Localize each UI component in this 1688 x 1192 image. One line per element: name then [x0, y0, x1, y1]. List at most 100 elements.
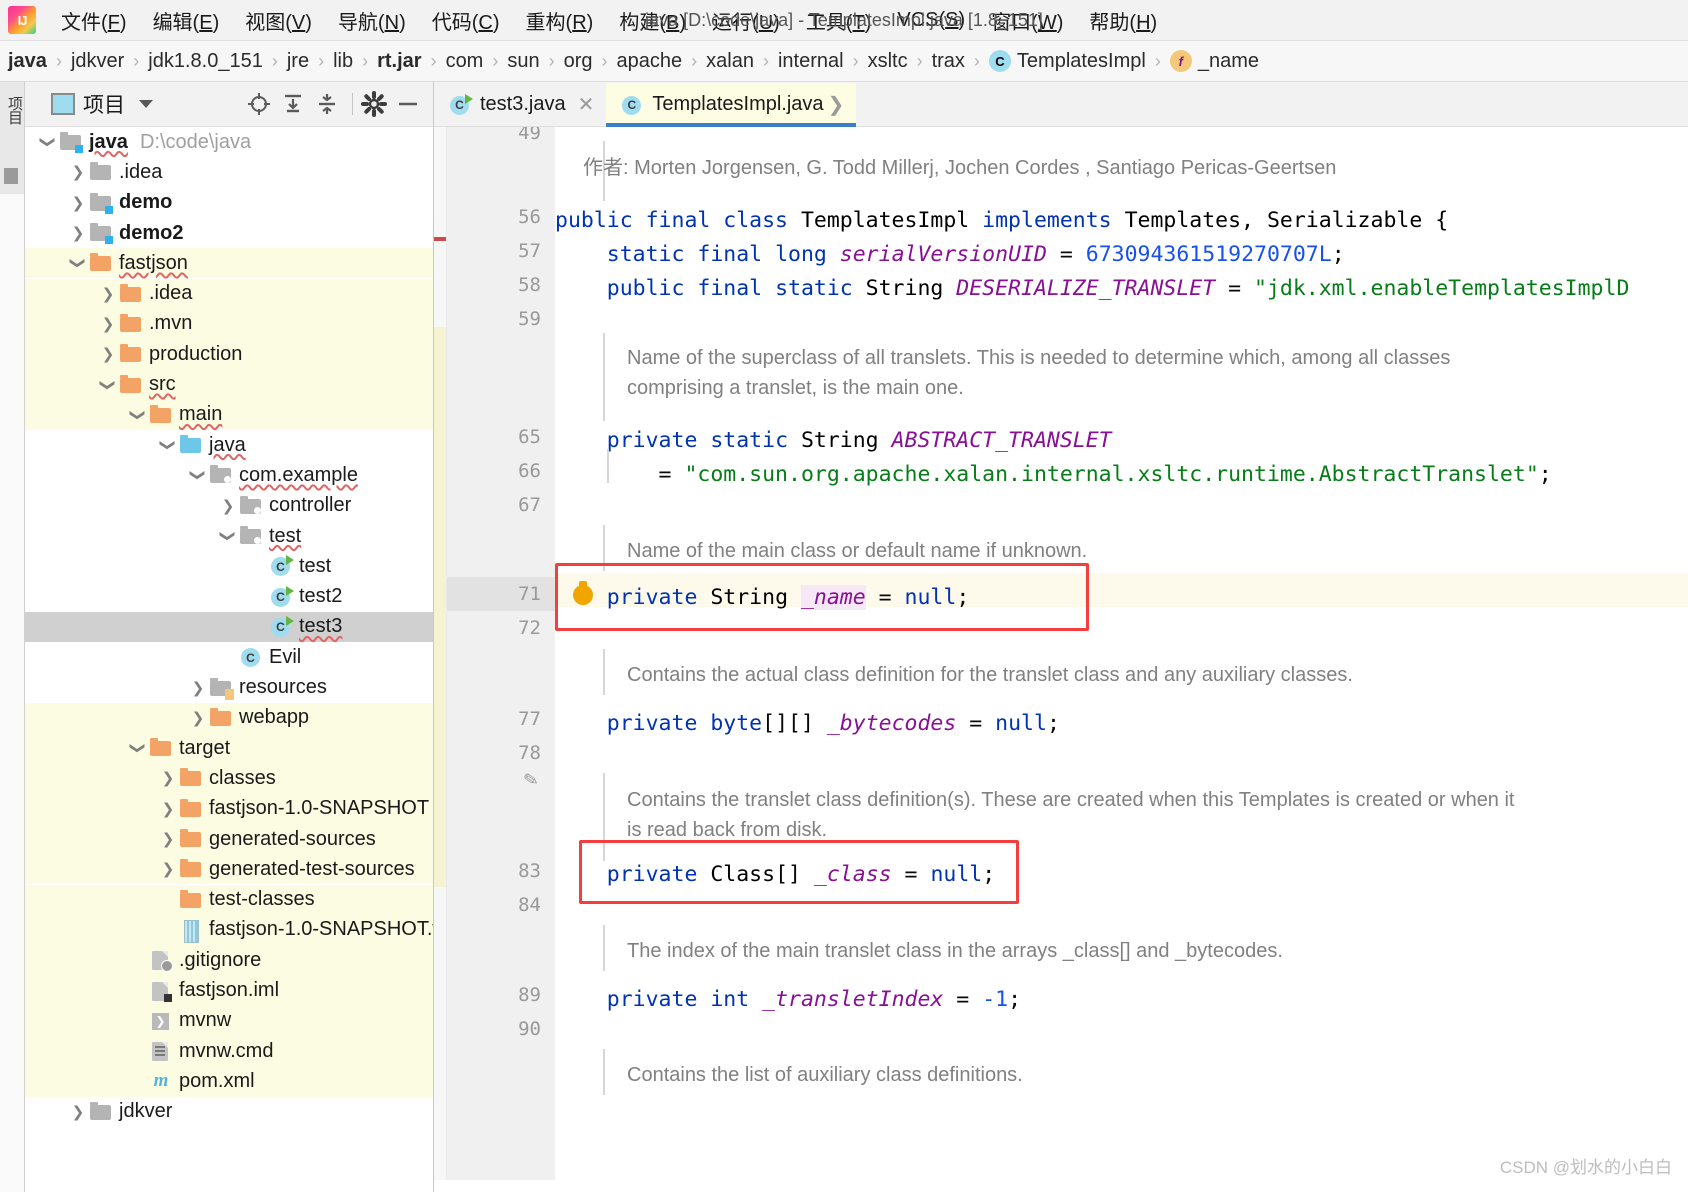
tool-window-button-project[interactable]: 项目: [2, 96, 23, 124]
breadcrumb-item-lib[interactable]: lib: [333, 50, 353, 73]
menu-item-4[interactable]: 代码(C): [419, 4, 513, 37]
breadcrumb-item-trax[interactable]: trax: [932, 50, 965, 73]
code-line[interactable]: = "com.sun.org.apache.xalan.internal.xsl…: [555, 458, 1552, 492]
breadcrumb-item-org[interactable]: org: [564, 50, 593, 73]
tree-node-com.example[interactable]: ❯ com.example: [25, 460, 433, 490]
tree-node-mvnw.cmd[interactable]: mvnw.cmd: [25, 1036, 433, 1067]
breadcrumb-item-xsltc[interactable]: xsltc: [868, 50, 908, 73]
menu-item-1[interactable]: 编辑(E): [140, 4, 233, 37]
tree-node-controller[interactable]: ❯ controller: [25, 491, 433, 521]
chevron-right-icon[interactable]: ❯: [97, 315, 119, 333]
tree-node-main[interactable]: ❯ main: [25, 399, 433, 430]
tree-node-fastjson[interactable]: ❯ fastjson: [25, 248, 433, 279]
chevron-down-icon[interactable]: ❯: [39, 131, 57, 153]
tree-node-.mvn[interactable]: ❯ .mvn: [25, 308, 433, 340]
menu-item-5[interactable]: 重构(R): [513, 4, 607, 37]
menu-item-2[interactable]: 视图(V): [232, 4, 325, 37]
settings-gear-icon[interactable]: [359, 89, 389, 119]
editor-tab-test3-java[interactable]: Ctest3.java ✕: [434, 83, 606, 126]
close-icon[interactable]: ✕: [578, 92, 595, 117]
tree-node-webapp[interactable]: ❯ webapp: [25, 702, 433, 733]
tree-node-fastjson-1.0-SNAPSHOT.war[interactable]: fastjson-1.0-SNAPSHOT.war: [25, 914, 433, 946]
breadcrumb-item-apache[interactable]: apache: [617, 50, 683, 73]
breadcrumb-item-jdk1-8-0_151[interactable]: jdk1.8.0_151: [148, 50, 263, 73]
breadcrumb-item-jre[interactable]: jre: [287, 50, 309, 73]
hide-tool-window-icon[interactable]: [393, 89, 423, 119]
breadcrumb-item-internal[interactable]: internal: [778, 50, 844, 73]
breadcrumb-item-jdkver[interactable]: jdkver: [71, 50, 124, 73]
chevron-right-icon[interactable]: ❯: [157, 860, 179, 878]
code-line[interactable]: private int _transletIndex = -1;: [555, 983, 1021, 1017]
chevron-right-icon[interactable]: ❯: [67, 224, 89, 242]
tree-node-java[interactable]: ❯ java: [25, 430, 433, 460]
tree-node-Evil[interactable]: C Evil: [25, 642, 433, 672]
locate-icon[interactable]: [244, 89, 274, 119]
chevron-down-icon[interactable]: ❯: [219, 525, 237, 547]
chevron-down-icon[interactable]: ❯: [159, 434, 177, 456]
tree-node-pom.xml[interactable]: m pom.xml: [25, 1066, 433, 1097]
tree-node-demo2[interactable]: ❯ demo2: [25, 218, 433, 248]
tree-node-java[interactable]: ❯ java D:\code\java: [25, 127, 433, 157]
code-line[interactable]: private static String ABSTRACT_TRANSLET: [555, 424, 1112, 458]
project-tree[interactable]: ❯ java D:\code\java ❯ .idea ❯ demo ❯ demo2 ❯ fastj…: [25, 127, 433, 1192]
chevron-right-icon[interactable]: ❯: [97, 285, 119, 303]
code-line[interactable]: public final class TemplatesImpl impleme…: [555, 204, 1448, 238]
code-line[interactable]: private byte[][] _bytecodes = null;: [555, 707, 1060, 741]
chevron-down-icon[interactable]: ❯: [99, 374, 117, 396]
line-number-gutter[interactable]: 49 56 57 58 59 65 66 67 71 72 77 78 83 84 89 90 ✎: [447, 127, 555, 1180]
chevron-right-icon[interactable]: ❯: [67, 163, 89, 181]
edit-pencil-icon[interactable]: ✎: [522, 766, 539, 793]
menu-item-0[interactable]: 文件(F): [48, 4, 140, 37]
tree-node-jdkver[interactable]: ❯ jdkver: [25, 1097, 433, 1127]
tree-node-fastjson.iml[interactable]: fastjson.iml: [25, 975, 433, 1006]
code-content[interactable]: 作者: Morten Jorgensen, G. Todd Millerj, J…: [555, 127, 1688, 1180]
tree-node-test3[interactable]: Ctest3: [25, 611, 433, 643]
chevron-down-icon[interactable]: ❯: [129, 404, 147, 426]
chevron-right-icon[interactable]: ❯: [828, 92, 845, 117]
chevron-right-icon[interactable]: ❯: [67, 194, 89, 212]
editor-tab-TemplatesImpl-java[interactable]: C TemplatesImpl.java ❯: [606, 83, 857, 127]
breadcrumb-item-com[interactable]: com: [446, 50, 484, 73]
chevron-right-icon[interactable]: ❯: [217, 497, 239, 515]
code-line[interactable]: private Class[] _class = null;: [555, 858, 995, 892]
breadcrumb-item-sun[interactable]: sun: [507, 50, 539, 73]
breadcrumb-item-xalan[interactable]: xalan: [706, 50, 754, 73]
chevron-right-icon[interactable]: ❯: [157, 830, 179, 848]
menu-item-3[interactable]: 导航(N): [325, 4, 419, 37]
breadcrumb-item-_name[interactable]: f _name: [1169, 50, 1259, 73]
tree-node-generated-test-sources[interactable]: ❯ generated-test-sources: [25, 854, 433, 885]
code-line[interactable]: public final static String DESERIALIZE_T…: [555, 272, 1630, 306]
tree-node-.idea[interactable]: ❯ .idea: [25, 157, 433, 187]
tree-node-resources[interactable]: ❯ resources: [25, 672, 433, 702]
menu-item-11[interactable]: 帮助(H): [1076, 4, 1170, 37]
tree-node-fastjson-1.0-SNAPSHOT[interactable]: ❯ fastjson-1.0-SNAPSHOT: [25, 793, 433, 824]
chevron-down-icon[interactable]: ❯: [69, 252, 87, 274]
collapse-all-icon[interactable]: [312, 89, 342, 119]
expand-all-icon[interactable]: [278, 89, 308, 119]
tree-node-test[interactable]: Ctest: [25, 551, 433, 581]
tree-node-test[interactable]: ❯ test: [25, 521, 433, 551]
tree-node-mvnw[interactable]: ❯ mvnw: [25, 1005, 433, 1036]
chevron-right-icon[interactable]: ❯: [67, 1103, 89, 1121]
intention-bulb-icon[interactable]: [573, 581, 593, 605]
code-line[interactable]: private String _name = null;: [555, 581, 969, 615]
breadcrumb-item-TemplatesImpl[interactable]: C TemplatesImpl: [988, 50, 1146, 73]
tree-node-.gitignore[interactable]: .gitignore: [25, 945, 433, 976]
code-line[interactable]: static final long serialVersionUID = 673…: [555, 238, 1345, 272]
chevron-right-icon[interactable]: ❯: [187, 709, 209, 727]
chevron-right-icon[interactable]: ❯: [157, 769, 179, 787]
breadcrumb-item-rt-jar[interactable]: rt.jar: [377, 50, 421, 73]
tree-node-demo[interactable]: ❯ demo: [25, 188, 433, 218]
tree-node-classes[interactable]: ❯ classes: [25, 763, 433, 794]
tree-node-src[interactable]: ❯ src: [25, 369, 433, 400]
tree-node-test-classes[interactable]: test-classes: [25, 884, 433, 915]
chevron-right-icon[interactable]: ❯: [157, 800, 179, 818]
tree-node-test2[interactable]: Ctest2: [25, 582, 433, 612]
tree-node-.idea[interactable]: ❯ .idea: [25, 278, 433, 309]
chevron-down-icon[interactable]: [139, 100, 153, 108]
tree-node-production[interactable]: ❯ production: [25, 339, 433, 370]
chevron-down-icon[interactable]: ❯: [129, 737, 147, 759]
breadcrumb-item-java[interactable]: java: [8, 50, 47, 73]
chevron-down-icon[interactable]: ❯: [189, 464, 207, 486]
tree-node-target[interactable]: ❯ target: [25, 733, 433, 764]
